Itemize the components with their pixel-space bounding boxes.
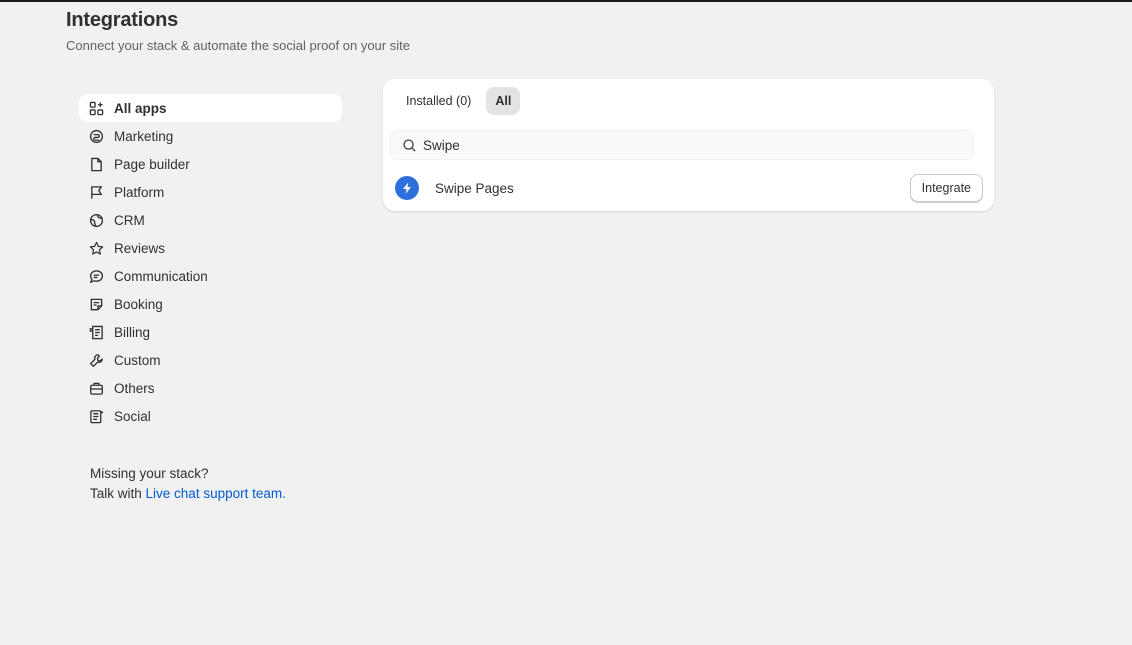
sidebar-item-all-apps[interactable]: All apps — [79, 94, 342, 122]
sidebar-item-label: Marketing — [114, 128, 174, 144]
page-title: Integrations — [66, 9, 179, 31]
sidebar-item-label: CRM — [114, 212, 145, 228]
marketing-icon — [89, 129, 104, 144]
chat-icon — [89, 269, 104, 284]
page-subtitle: Connect your stack & automate the social… — [66, 38, 410, 53]
sidebar-item-custom[interactable]: Custom — [79, 346, 342, 374]
sidebar-item-marketing[interactable]: Marketing — [79, 122, 342, 150]
category-sidebar: All apps Marketing Page builder Platform… — [79, 94, 342, 430]
search-icon — [402, 138, 417, 153]
search-box — [390, 130, 974, 160]
integrate-button[interactable]: Integrate — [909, 174, 983, 202]
sidebar-item-communication[interactable]: Communication — [79, 262, 342, 290]
missing-stack-text: Missing your stack? — [90, 466, 209, 481]
sidebar-item-crm[interactable]: CRM — [79, 206, 342, 234]
sidebar-item-label: Platform — [114, 184, 165, 200]
globe-icon — [89, 213, 104, 228]
sidebar-item-label: Billing — [114, 324, 151, 340]
sidebar-item-label: Page builder — [114, 156, 190, 172]
sidebar-item-label: Custom — [114, 352, 161, 368]
page-icon — [89, 157, 104, 172]
sidebar-item-reviews[interactable]: Reviews — [79, 234, 342, 262]
sidebar-item-label: Communication — [114, 268, 208, 284]
sidebar-item-label: All apps — [114, 100, 167, 116]
missing-stack-note: Missing your stack? Talk with Live chat … — [90, 464, 286, 504]
box-icon — [89, 381, 104, 396]
tab-installed[interactable]: Installed (0) — [397, 87, 480, 115]
tab-bar: Installed (0) All — [397, 87, 521, 115]
tab-all[interactable]: All — [486, 87, 521, 115]
integrations-card: Installed (0) All Swipe Pages Integrate — [383, 79, 994, 211]
app-row: Swipe Pages Integrate — [395, 173, 983, 203]
search-input[interactable] — [423, 137, 943, 153]
booking-icon — [89, 297, 104, 312]
sidebar-item-platform[interactable]: Platform — [79, 178, 342, 206]
app-name: Swipe Pages — [435, 180, 514, 196]
support-line: Talk with Live chat support team. — [90, 484, 286, 504]
sidebar-item-page-builder[interactable]: Page builder — [79, 150, 342, 178]
star-icon — [89, 241, 104, 256]
sidebar-item-booking[interactable]: Booking — [79, 290, 342, 318]
sidebar-item-label: Others — [114, 380, 155, 396]
apps-icon — [89, 101, 104, 116]
live-chat-link[interactable]: Live chat support team. — [146, 486, 286, 501]
page-header: Integrations Connect your stack & automa… — [66, 9, 410, 53]
sidebar-item-label: Booking — [114, 296, 163, 312]
social-icon — [89, 409, 104, 424]
sidebar-item-others[interactable]: Others — [79, 374, 342, 402]
sidebar-item-label: Social — [114, 408, 151, 424]
receipt-icon — [89, 325, 104, 340]
sidebar-item-social[interactable]: Social — [79, 402, 342, 430]
support-prefix: Talk with — [90, 486, 146, 501]
wrench-icon — [89, 353, 104, 368]
sidebar-item-billing[interactable]: Billing — [79, 318, 342, 346]
lightning-icon — [395, 176, 419, 200]
sidebar-item-label: Reviews — [114, 240, 166, 256]
flag-icon — [89, 185, 104, 200]
